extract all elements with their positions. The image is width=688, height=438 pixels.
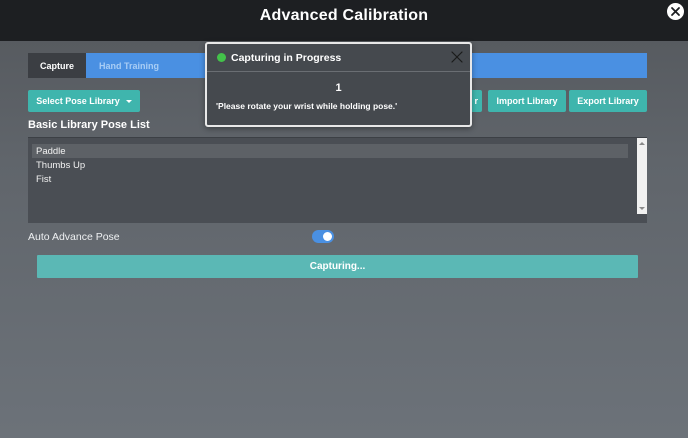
scroll-up-icon[interactable]	[639, 142, 645, 145]
capture-progress-dialog: Capturing in Progress 1 'Please rotate y…	[205, 42, 472, 127]
list-item-thumbs-up[interactable]: Thumbs Up	[32, 158, 85, 172]
import-library-button[interactable]: Import Library	[488, 90, 566, 112]
pose-list[interactable]: Paddle Thumbs Up Fist	[28, 137, 647, 223]
auto-advance-label: Auto Advance Pose	[28, 231, 120, 243]
dialog-title: Capturing in Progress	[231, 52, 342, 64]
window-title: Advanced Calibration	[259, 7, 429, 24]
close-icon[interactable]	[666, 2, 685, 21]
capturing-button[interactable]: Capturing...	[37, 255, 638, 278]
caret-down-icon	[125, 99, 132, 103]
toggle-knob	[323, 232, 332, 241]
tab-capture[interactable]: Capture	[28, 53, 86, 78]
tab-hand-training[interactable]: Hand Training	[86, 53, 172, 78]
status-dot-icon	[217, 53, 226, 62]
auto-advance-toggle[interactable]	[312, 230, 334, 243]
title-bar: Advanced Calibration	[0, 0, 688, 41]
library-title: Basic Library Pose List	[28, 119, 150, 131]
capture-count: 1	[335, 82, 342, 94]
select-pose-library-label: Select Pose Library	[36, 96, 120, 106]
scroll-down-icon[interactable]	[639, 207, 645, 210]
dialog-header: Capturing in Progress	[207, 44, 470, 72]
partially-hidden-label: r	[474, 96, 478, 106]
dialog-close-icon[interactable]	[450, 50, 464, 64]
select-pose-library-button[interactable]: Select Pose Library	[28, 90, 140, 112]
list-item-fist[interactable]: Fist	[32, 172, 51, 186]
export-library-button[interactable]: Export Library	[569, 90, 647, 112]
dialog-message: 'Please rotate your wrist while holding …	[216, 101, 398, 111]
list-item-paddle[interactable]: Paddle	[32, 144, 628, 158]
list-scrollbar[interactable]	[637, 138, 647, 214]
